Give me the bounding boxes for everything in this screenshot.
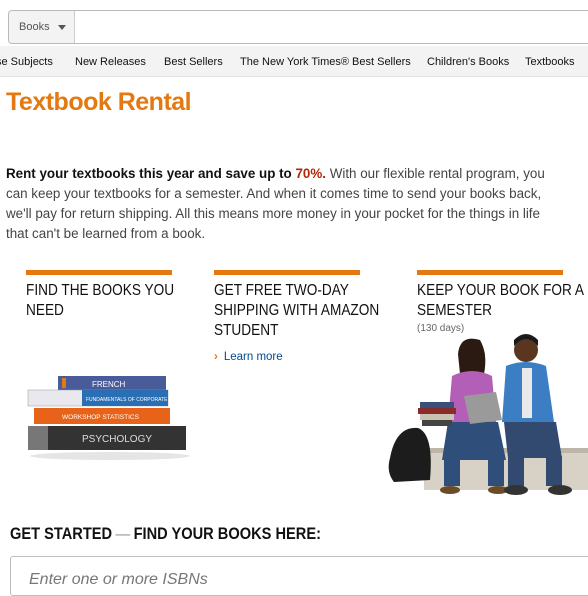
book-title-statistics: WORKSHOP STATISTICS [62,414,140,421]
book-title-finance: FUNDAMENTALS OF CORPORATE FINANCE [86,397,191,403]
get-started-label: GET STARTED [10,524,113,543]
learn-more-link[interactable]: › Learn more [214,351,360,363]
boy-shoe [548,485,572,495]
girl-jeans [442,422,506,460]
boy-jeans [504,422,562,458]
get-started-rest: FIND YOUR BOOKS HERE: [133,524,321,543]
students-photo [388,334,588,495]
nav-item-subjects[interactable]: se Subjects [0,56,53,68]
nav-item-nyt-best-sellers[interactable]: The New York Times® Best Sellers [240,56,411,68]
book-title-french: FRENCH [92,380,126,389]
book-stack-icon [422,420,452,426]
book-stack-icon [420,402,454,408]
book-spine-mark [62,378,66,388]
book-stack-image: FRENCH FUNDAMENTALS OF CORPORATE FINANCE… [27,376,191,460]
feature-heading: Find the books you need [26,282,175,319]
feature-heading: Keep your book for a semester [417,282,584,319]
learn-more-label: Learn more [223,351,283,363]
intro-paragraph: Rent your textbooks this year and save u… [6,164,566,244]
feature-free-shipping: Get free two-day shipping with Amazon St… [214,270,379,363]
girl-shoe [440,486,460,494]
feature-heading: Get free two-day shipping with Amazon St… [214,282,380,339]
category-dropdown[interactable]: Books [9,11,75,43]
backpack-icon [388,427,431,482]
book-title-psychology: PSYCHOLOGY [82,434,152,445]
feature-find-books: Find the books you need [26,270,174,321]
category-label: Books [19,21,50,33]
accent-bar [417,270,563,275]
savings-percent: 70%. [295,166,326,181]
isbn-placeholder: Enter one or more ISBNs [29,571,208,588]
boy-shoe [504,485,528,495]
girl-leg [488,460,504,486]
chevron-down-icon [58,25,66,30]
book-page-edge [28,426,48,450]
nav-item-textbooks[interactable]: Textbooks [525,56,575,68]
accent-bar [214,270,360,275]
book-stack-icon [420,414,454,420]
nav-item-best-sellers[interactable]: Best Sellers [164,56,223,68]
search-input[interactable] [76,11,588,43]
girl-leg [444,460,460,486]
boy-leg [508,456,524,486]
subnav: se Subjects New Releases Best Sellers Th… [0,46,588,77]
nav-item-childrens-books[interactable]: Children's Books [427,56,509,68]
book-stack-icon [418,408,456,414]
get-started-heading: GET STARTED — FIND YOUR BOOKS HERE: [10,524,321,544]
girl-hair [458,338,486,374]
boy-leg [546,456,562,486]
heading-dash: — [115,524,131,543]
nav-item-new-releases[interactable]: New Releases [75,56,146,68]
search-bar: Books [8,10,588,44]
page-title: Textbook Rental [6,88,192,116]
feature-keep-semester: Keep your book for a semester (130 days) [417,270,583,334]
shadow [30,452,190,460]
isbn-input[interactable]: Enter one or more ISBNs [10,556,588,596]
chevron-right-icon: › [214,351,218,363]
accent-bar [26,270,172,275]
intro-lead: Rent your textbooks this year and save u… [6,166,296,181]
boy-tshirt [522,368,532,418]
laptop-icon [464,392,502,424]
